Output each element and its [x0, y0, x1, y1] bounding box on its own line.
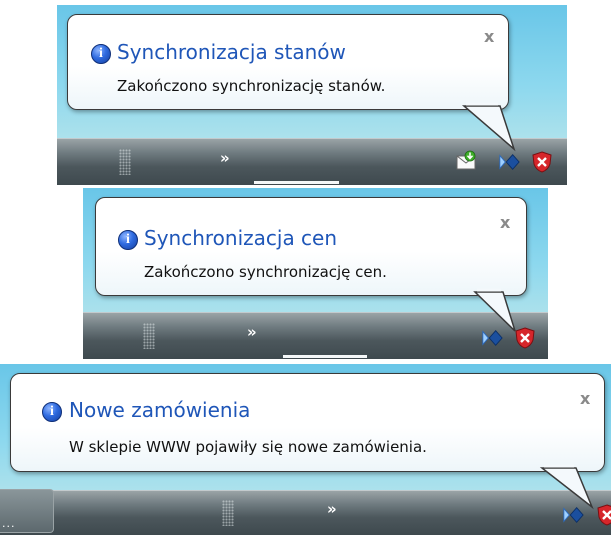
notification-message: Zakończono synchronizację cen.: [144, 263, 387, 281]
security-shield-icon[interactable]: [514, 327, 536, 349]
app-arrow-icon[interactable]: [481, 327, 503, 349]
tray-overflow-chevron[interactable]: »: [327, 500, 337, 518]
app-arrow-icon[interactable]: [498, 151, 520, 173]
close-icon[interactable]: x: [500, 213, 510, 232]
app-arrow-icon[interactable]: [562, 504, 584, 526]
close-icon[interactable]: x: [484, 27, 494, 46]
info-icon: i: [42, 402, 62, 422]
tray-overflow-chevron[interactable]: »: [220, 149, 230, 167]
taskbar-grip[interactable]: [143, 323, 155, 349]
taskbar-grip[interactable]: [222, 500, 234, 526]
notification-title: Nowe zamówienia: [69, 398, 251, 422]
taskbar-highlight-line: [283, 355, 367, 358]
notification-title: Synchronizacja stanów: [117, 40, 346, 64]
security-shield-icon[interactable]: [531, 151, 553, 173]
taskbar-grip[interactable]: [119, 149, 131, 175]
mail-download-icon[interactable]: [456, 150, 478, 172]
taskbar-button-text: ...: [2, 517, 16, 530]
notification-message: Zakończono synchronizację stanów.: [117, 77, 386, 95]
info-icon: i: [91, 44, 111, 64]
notification-screenshot-2: » i Synchronizacja cen Zakończono synchr…: [83, 188, 548, 359]
notification-message: W sklepie WWW pojawiły się nowe zamówien…: [69, 438, 427, 456]
taskbar-highlight-line: [254, 181, 339, 184]
info-icon: i: [118, 230, 138, 250]
tray-overflow-chevron[interactable]: »: [247, 323, 257, 341]
notification-balloon[interactable]: [10, 373, 605, 472]
balloon-tail: [461, 102, 516, 152]
security-shield-icon[interactable]: [596, 504, 611, 526]
notification-screenshot-1: » i Synchronizacja stanów Zakończono syn…: [57, 5, 567, 185]
close-icon[interactable]: x: [580, 389, 590, 408]
notification-screenshot-3: ... » i Nowe zamówienia W sklepie WWW po…: [0, 364, 611, 535]
notification-title: Synchronizacja cen: [144, 226, 338, 250]
taskbar-button[interactable]: ...: [0, 489, 54, 533]
taskbar: ... »: [0, 489, 611, 535]
